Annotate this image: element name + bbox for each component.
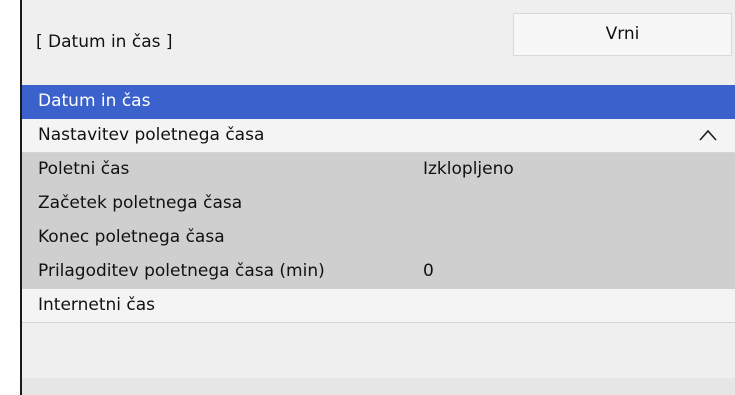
menu-item-prilagoditev-poletnega-casa[interactable]: Prilagoditev poletnega časa (min) 0 [22, 255, 735, 289]
menu-item-zacetek-poletnega-casa[interactable]: Začetek poletnega časa [22, 187, 735, 221]
settings-panel: [ Datum in čas ] Vrni Datum in čas Nasta… [22, 0, 735, 395]
menu-item-label: Internetni čas [38, 295, 156, 315]
datetime-settings-screen: [ Datum in čas ] Vrni Datum in čas Nasta… [0, 0, 735, 395]
menu-item-nastavitev-poletnega-casa[interactable]: Nastavitev poletnega časa [22, 119, 735, 153]
menu-item-label: Nastavitev poletnega časa [38, 125, 265, 145]
menu-item-label: Poletni čas [38, 159, 130, 179]
menu-item-datum-in-cas[interactable]: Datum in čas [22, 85, 735, 119]
menu-item-konec-poletnega-casa[interactable]: Konec poletnega časa [22, 221, 735, 255]
menu-item-value: Izklopljeno [423, 159, 514, 179]
settings-menu: Datum in čas Nastavitev poletnega časa P… [22, 85, 735, 323]
empty-menu-area [22, 378, 735, 395]
menu-item-label: Prilagoditev poletnega časa (min) [38, 261, 325, 281]
page-title: [ Datum in čas ] [36, 32, 173, 52]
menu-item-internetni-cas[interactable]: Internetni čas [22, 289, 735, 323]
menu-item-label: Konec poletnega časa [38, 227, 225, 247]
menu-item-value: 0 [423, 261, 434, 281]
chevron-up-icon[interactable] [699, 129, 717, 141]
menu-item-poletni-cas[interactable]: Poletni čas Izklopljeno [22, 153, 735, 187]
menu-item-label: Začetek poletnega časa [38, 193, 243, 213]
menu-item-label: Datum in čas [38, 91, 151, 111]
back-button[interactable]: Vrni [513, 13, 732, 56]
